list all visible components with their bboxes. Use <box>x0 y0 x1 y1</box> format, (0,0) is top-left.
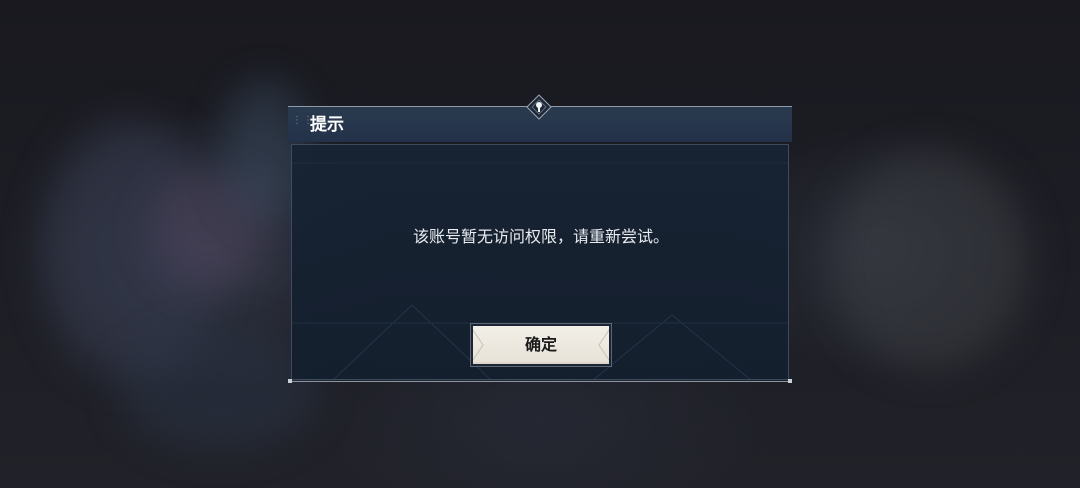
dialog-title: 提示 <box>310 115 344 135</box>
confirm-button-label: 确定 <box>524 335 557 354</box>
grip-icon: ⋮⋮ <box>292 115 314 126</box>
corner-mark <box>288 379 292 383</box>
background-blur <box>830 150 1030 370</box>
dialog-body: 该账号暂无访问权限，请重新尝试。 确定 <box>291 144 789 380</box>
corner-mark <box>788 379 792 383</box>
alert-dialog: ⋮⋮ 提示 该账号暂无访问权限，请重新尝试。 确定 <box>288 94 792 383</box>
dialog-bottom-border <box>288 381 792 382</box>
dialog-message: 该账号暂无访问权限，请重新尝试。 <box>412 227 669 246</box>
game-screen: ⋮⋮ 提示 该账号暂无访问权限，请重新尝试。 确定 <box>0 0 1080 488</box>
confirm-button-face: 确定 <box>473 326 609 364</box>
diamond-emblem-icon <box>526 94 552 120</box>
confirm-button[interactable]: 确定 <box>470 323 612 367</box>
